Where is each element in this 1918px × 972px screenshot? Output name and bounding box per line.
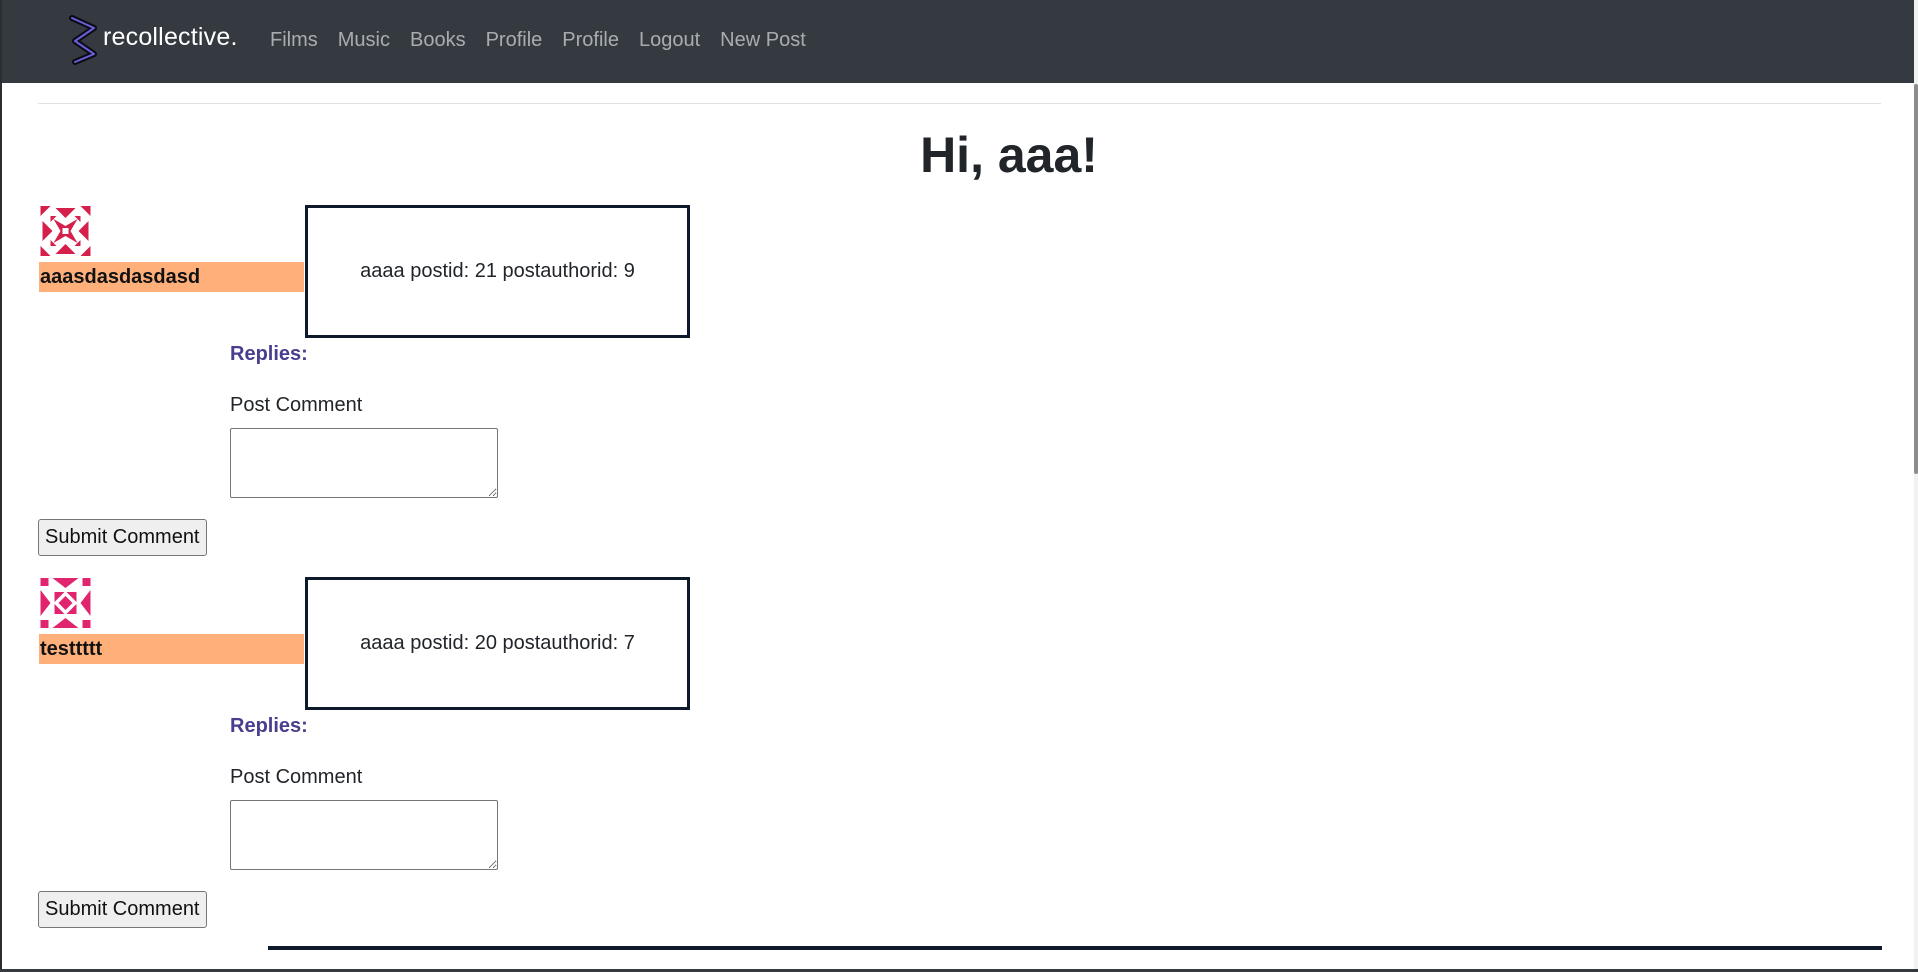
post-content: aaaa postid: 20 postauthorid: 7 (305, 577, 690, 710)
greeting-text: Hi, aaa! (920, 127, 1098, 183)
post-content-text: aaaa postid: 21 postauthorid: 9 (360, 260, 635, 282)
nav-link-new-post[interactable]: New Post (720, 29, 806, 52)
nav-link-music[interactable]: Music (338, 29, 390, 52)
nav-link-profile-2[interactable]: Profile (562, 29, 619, 52)
submit-comment-button[interactable]: Submit Comment (38, 891, 207, 928)
recollective-logo-icon (69, 15, 97, 65)
post-comment-label: Post Comment (230, 394, 363, 416)
post-content: aaaa postid: 21 postauthorid: 9 (305, 205, 690, 338)
nav-link-films[interactable]: Films (270, 29, 318, 52)
post-content-text: aaaa postid: 20 postauthorid: 7 (360, 632, 635, 654)
replies-label: Replies: (230, 343, 308, 365)
post-comment-label: Post Comment (230, 766, 363, 788)
nav-link-books[interactable]: Books (410, 29, 466, 52)
nav-link-profile[interactable]: Profile (486, 29, 543, 52)
comment-textarea[interactable] (230, 800, 498, 870)
brand-name: recollective. (103, 22, 238, 51)
comment-textarea[interactable] (230, 428, 498, 498)
nav-link-logout[interactable]: Logout (639, 29, 700, 52)
divider (38, 103, 1881, 104)
footer-divider (268, 946, 1882, 950)
identicon-avatar-icon (40, 206, 91, 256)
navbar: recollective. Films Music Books Profile … (2, 0, 1914, 83)
brand-link[interactable]: recollective. (69, 14, 238, 66)
post-author[interactable]: aaasdasdasdasd (40, 266, 200, 289)
post-card: testtttt aaaa postid: 20 postauthorid: 7… (0, 577, 1918, 938)
identicon-avatar-icon (40, 578, 91, 628)
page-title: Hi, aaa! (0, 126, 1918, 184)
post-card: aaasdasdasdasd aaaa postid: 21 postautho… (0, 205, 1918, 566)
post-author[interactable]: testtttt (40, 638, 102, 661)
nav-links: Films Music Books Profile Profile Logout… (270, 29, 826, 52)
replies-label: Replies: (230, 715, 308, 737)
submit-comment-button[interactable]: Submit Comment (38, 519, 207, 556)
